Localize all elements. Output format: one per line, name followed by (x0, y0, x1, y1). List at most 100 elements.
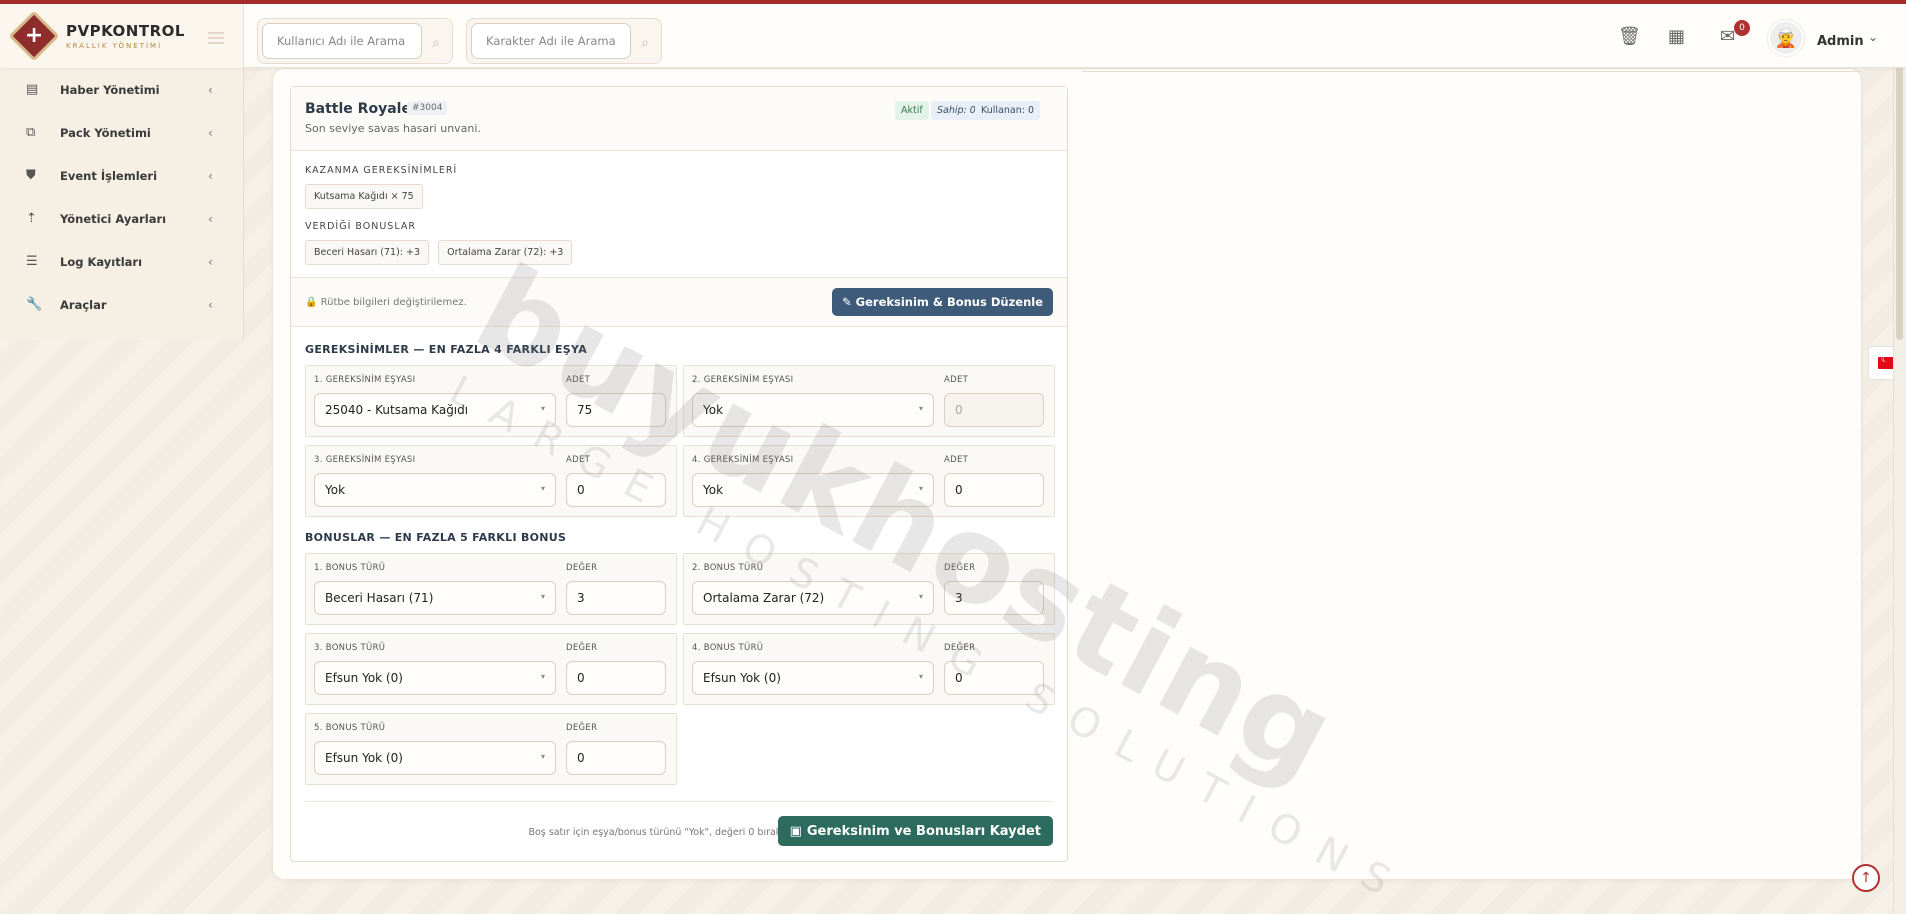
bonus-row: 2. BONUS TÜRÜ DEĞER Ortalama Zarar (72) ▾… (683, 553, 1055, 625)
sidebar-item-araclar[interactable]: 🔧 Araçlar ‹ (0, 283, 243, 326)
bonus-value-input[interactable]: 0 (566, 661, 666, 695)
select-value: Efsun Yok (0) (703, 671, 781, 685)
save-button[interactable]: ▣ Gereksinim ve Bonusları Kaydet (777, 816, 1053, 846)
field-label: DEĞER (566, 723, 598, 733)
scroll-to-top-icon[interactable]: ↑ (1852, 864, 1880, 892)
chevron-down-icon[interactable]: ⌄ (1868, 30, 1878, 44)
bonus-type-select[interactable]: Efsun Yok (0) ▾ (692, 661, 934, 695)
requirement-item-select[interactable]: Yok ▾ (692, 473, 934, 507)
requirement-qty-input[interactable]: 75 (566, 393, 666, 427)
chevron-left-icon: ‹ (208, 254, 213, 269)
search-icon[interactable]: ⌕ (432, 35, 440, 51)
bonuses-form-title: BONUSLAR — EN FAZLA 5 FARKLI BONUS (305, 531, 567, 544)
requirement-chip: Kutsama Kağıdı × 75 (305, 184, 423, 209)
field-label: DEĞER (944, 643, 976, 653)
bonus-value-input[interactable]: 0 (944, 661, 1044, 695)
requirement-qty-input[interactable]: 0 (566, 473, 666, 507)
sidebar-item-pack[interactable]: ⧉ Pack Yönetimi ‹ (0, 111, 243, 154)
bonus-row: 5. BONUS TÜRÜ DEĞER Efsun Yok (0) ▾ 0 (305, 713, 677, 785)
field-label: 1. GEREKSİNİM EŞYASI (314, 375, 416, 385)
requirement-item-select[interactable]: 25040 - Kutsama Kağıdı ▾ (314, 393, 556, 427)
chevron-down-icon: ▾ (918, 672, 923, 681)
requirement-qty-input[interactable]: 0 (944, 473, 1044, 507)
trash-icon[interactable]: 🗑 (1618, 26, 1641, 47)
sidebar-item-label: Haber Yönetimi (60, 82, 160, 97)
bonus-value-input[interactable]: 0 (566, 741, 666, 775)
field-label: DEĞER (566, 643, 598, 653)
field-label: 3. BONUS TÜRÜ (314, 643, 386, 653)
floppy-icon: ▣ (789, 823, 802, 839)
requirement-item-select[interactable]: Yok ▾ (314, 473, 556, 507)
avatar[interactable]: 🧝 (1768, 20, 1804, 56)
user-badge: Kullanan: 0 (975, 101, 1041, 120)
bonus-value-input[interactable]: 3 (566, 581, 666, 615)
bonus-type-select[interactable]: Ortalama Zarar (72) ▾ (692, 581, 934, 615)
brand-subtitle: KRALLIK YÖNETİMİ (66, 42, 163, 50)
bonus-type-select[interactable]: Efsun Yok (0) ▾ (314, 661, 556, 695)
chevron-down-icon: ▾ (540, 404, 545, 413)
right-panel-divider (1082, 68, 1862, 72)
form-footer: Boş satır için eşya/bonus türünü "Yok", … (305, 801, 1053, 851)
requirement-row: 2. GEREKSİNİM EŞYASI ADET Yok ▾ 0 (683, 365, 1055, 437)
package-icon: ⧉ (26, 125, 36, 140)
requirement-qty-input[interactable]: 0 (944, 393, 1044, 427)
sidebar-item-event[interactable]: ⛊ Event İşlemleri ‹ (0, 154, 243, 197)
chevron-left-icon: ‹ (208, 297, 213, 312)
notification-badge: 0 (1734, 20, 1750, 36)
chevron-down-icon: ▾ (540, 672, 545, 681)
field-label: 2. BONUS TÜRÜ (692, 563, 764, 573)
bonus-type-select[interactable]: Beceri Hasarı (71) ▾ (314, 581, 556, 615)
chevron-down-icon: ▾ (540, 484, 545, 493)
sidebar-item-haber[interactable]: ▤ Haber Yönetimi ‹ (0, 68, 243, 111)
edit-requirements-button[interactable]: ✎ Gereksinim & Bonus Düzenle (832, 288, 1053, 316)
field-label: ADET (566, 455, 591, 465)
chevron-down-icon: ▾ (540, 752, 545, 761)
bonus-row: 1. BONUS TÜRÜ DEĞER Beceri Hasarı (71) ▾ … (305, 553, 677, 625)
chevron-left-icon: ‹ (208, 168, 213, 183)
admin-name[interactable]: Admin (1817, 34, 1864, 49)
lock-icon: 🔒 (305, 297, 321, 308)
scrollbar-thumb[interactable] (1896, 20, 1903, 340)
sidebar: ▤ Haber Yönetimi ‹ ⧉ Pack Yönetimi ‹ ⛊ E… (0, 68, 244, 340)
rank-card: Battle Royale #3004 Son seviye savas has… (290, 86, 1068, 862)
field-label: 1. BONUS TÜRÜ (314, 563, 386, 573)
user-search-input[interactable]: Kullanıcı Adı ile Arama (262, 23, 422, 59)
sidebar-item-label: Araçlar (60, 297, 107, 312)
field-label: DEĞER (566, 563, 598, 573)
field-label: DEĞER (944, 563, 976, 573)
rank-card-header: Battle Royale #3004 Son seviye savas has… (291, 87, 1067, 151)
requirement-row: 1. GEREKSİNİM EŞYASI ADET 25040 - Kutsam… (305, 365, 677, 437)
bonuses-summary-label: VERDİĞİ BONUSLAR (305, 221, 416, 232)
sidebar-item-log[interactable]: ☰ Log Kayıtları ‹ (0, 240, 243, 283)
character-search: Karakter Adı ile Arama ⌕ (466, 18, 662, 64)
sidebar-item-label: Log Kayıtları (60, 254, 143, 269)
field-label: 4. GEREKSİNİM EŞYASI (692, 455, 794, 465)
chevron-down-icon: ▾ (918, 592, 923, 601)
requirement-item-select[interactable]: Yok ▾ (692, 393, 934, 427)
mail-icon[interactable]: ✉ (1720, 26, 1735, 47)
requirements-summary: KAZANMA GEREKSİNİMLERİ Kutsama Kağıdı × … (291, 165, 471, 209)
requirement-row: 3. GEREKSİNİM EŞYASI ADET Yok ▾ 0 (305, 445, 677, 517)
calendar-icon[interactable]: ▦ (1668, 26, 1685, 47)
newspaper-icon: ▤ (26, 82, 39, 97)
bonus-type-select[interactable]: Efsun Yok (0) ▾ (314, 741, 556, 775)
status-badge: Aktif (895, 101, 929, 120)
field-label: ADET (944, 455, 969, 465)
search-icon[interactable]: ⌕ (641, 35, 649, 51)
character-search-input[interactable]: Karakter Adı ile Arama (471, 23, 631, 59)
rank-title: Battle Royale (305, 101, 411, 117)
bonus-value-input[interactable]: 3 (944, 581, 1044, 615)
select-value: Yok (703, 403, 724, 417)
field-label: 3. GEREKSİNİM EŞYASI (314, 455, 416, 465)
menu-toggle-icon[interactable] (208, 32, 224, 47)
rank-description: Son seviye savas hasari unvani. (305, 122, 481, 135)
chevron-down-icon: ▾ (918, 404, 923, 413)
select-value: Yok (325, 483, 346, 497)
bonus-chip: Ortalama Zarar (72): +3 (438, 240, 573, 265)
chevron-down-icon: ▾ (540, 592, 545, 601)
sidebar-item-label: Yönetici Ayarları (60, 211, 167, 226)
sidebar-item-yonetici[interactable]: ⇡ Yönetici Ayarları ‹ (0, 197, 243, 240)
chevron-left-icon: ‹ (208, 82, 213, 97)
requirement-row: 4. GEREKSİNİM EŞYASI ADET Yok ▾ 0 (683, 445, 1055, 517)
field-label: 5. BONUS TÜRÜ (314, 723, 386, 733)
